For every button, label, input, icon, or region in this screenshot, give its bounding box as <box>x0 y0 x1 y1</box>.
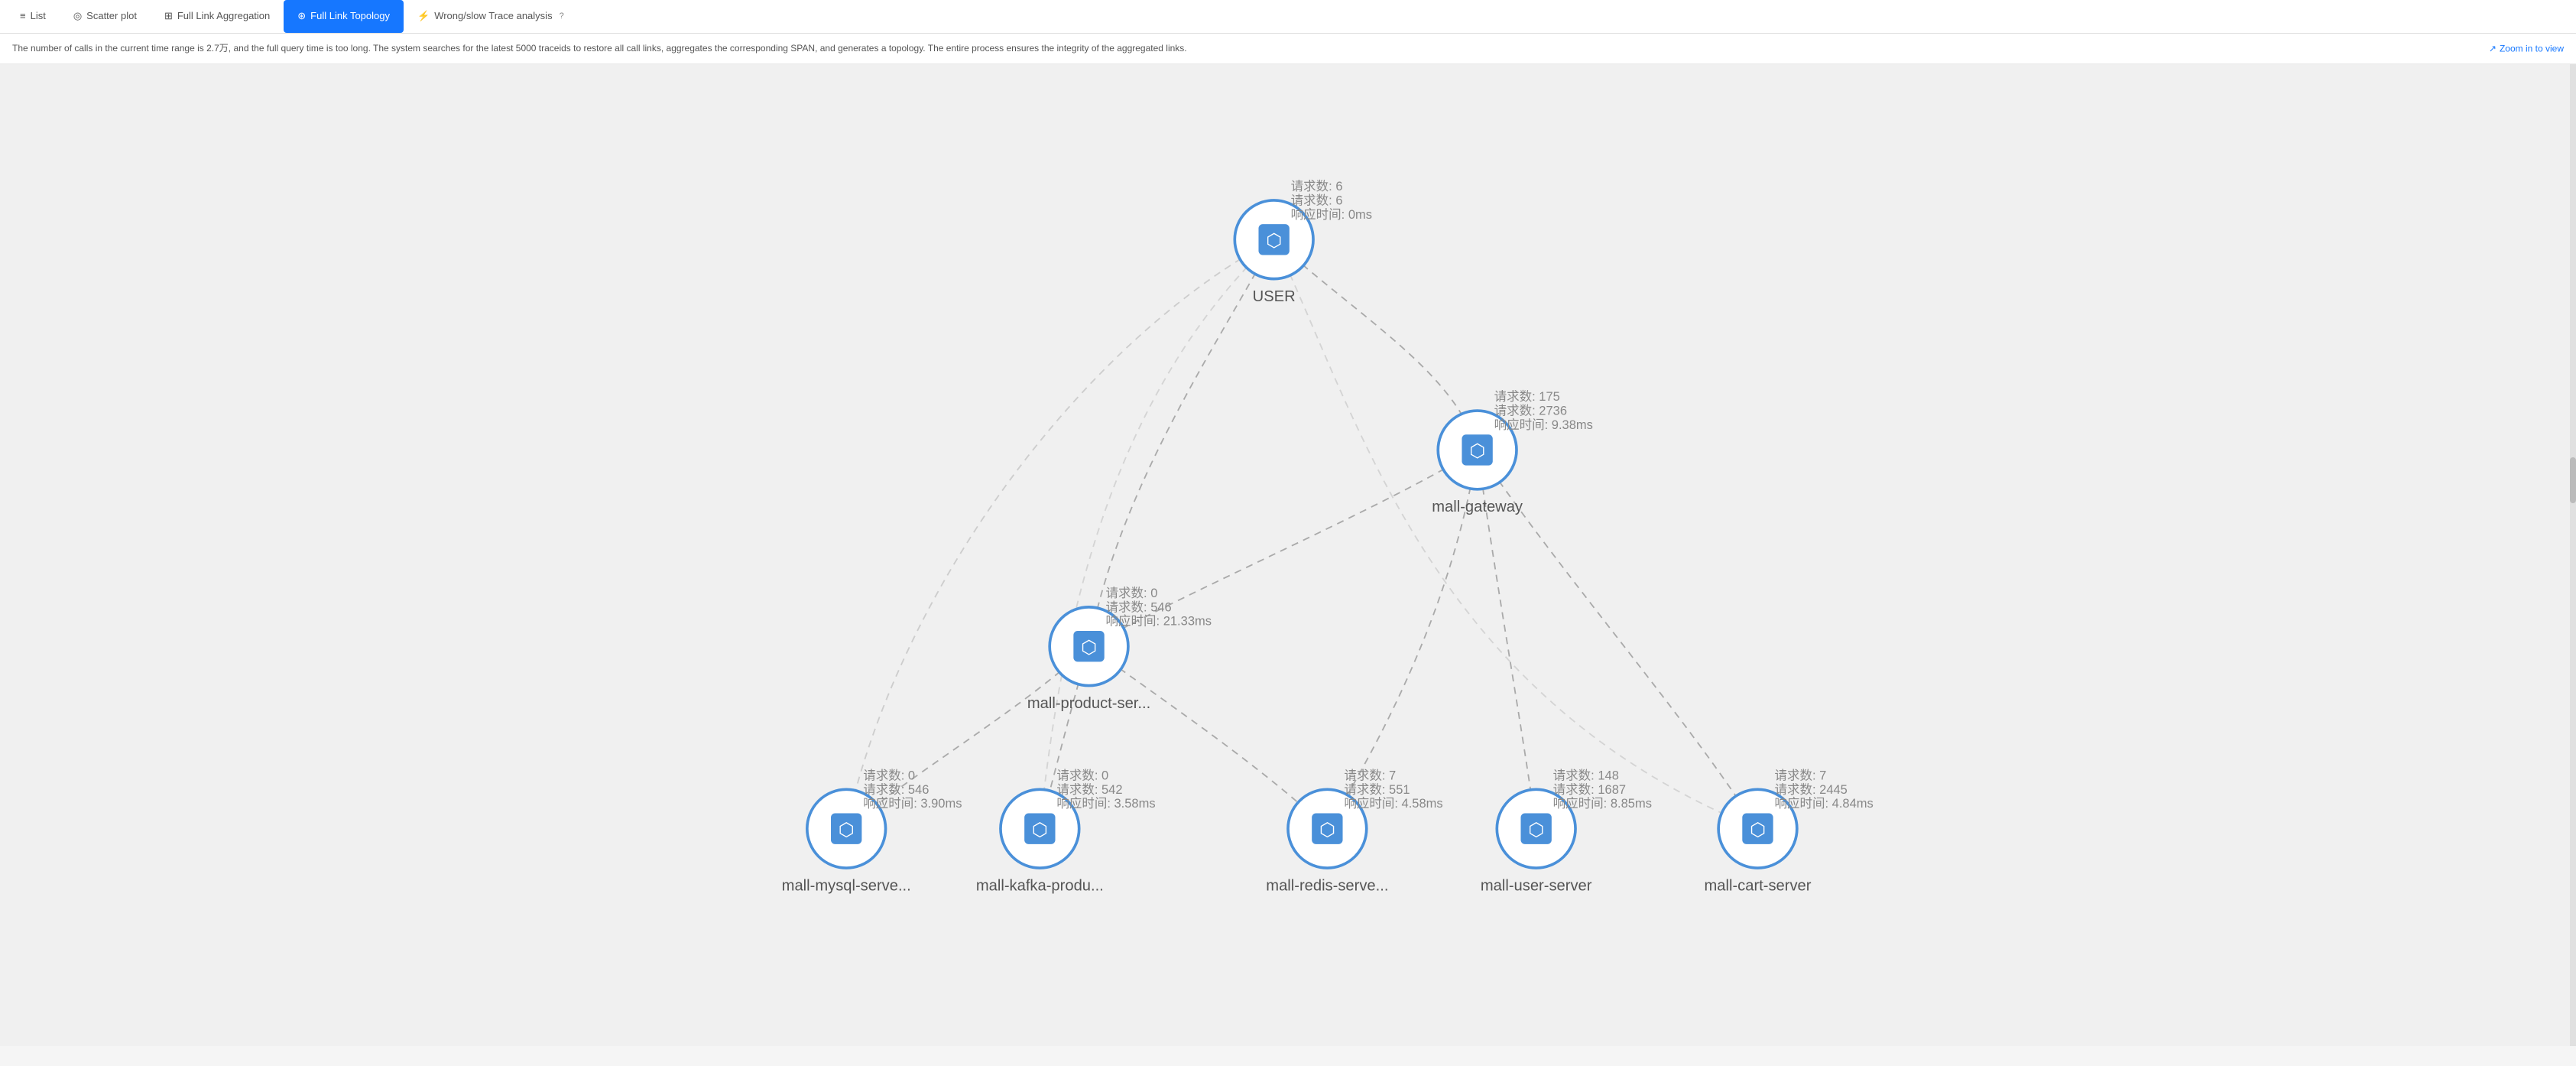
info-text: The number of calls in the current time … <box>12 43 1187 54</box>
node-mall-mysql[interactable]: ⬡ 请求数: 0 请求数: 546 响应时间: 3.90ms mall-mysq… <box>782 769 962 895</box>
node-USER[interactable]: ⬡ 请求数: 6 请求数: 6 响应时间: 0ms USER <box>1234 179 1372 305</box>
node-cart-stat1: 请求数: 7 <box>1774 769 1826 783</box>
node-mall-redis[interactable]: ⬡ 请求数: 7 请求数: 551 响应时间: 4.58ms mall-redi… <box>1266 769 1442 895</box>
node-kafka-label: mall-kafka-produ... <box>976 878 1104 895</box>
node-USER-stat3: 响应时间: 0ms <box>1291 207 1372 222</box>
aggregation-icon: ⊞ <box>164 10 173 22</box>
tab-scatter[interactable]: ◎ Scatter plot <box>60 0 151 33</box>
node-cart-icon: ⬡ <box>1750 820 1766 840</box>
node-mysql-label: mall-mysql-serve... <box>782 878 911 895</box>
topology-canvas: ⬡ 请求数: 6 请求数: 6 响应时间: 0ms USER ⬡ 请求数: 17… <box>0 64 2576 1046</box>
node-cart-stat2: 请求数: 2445 <box>1774 782 1847 797</box>
tab-topology[interactable]: ⊛ Full Link Topology <box>284 0 404 33</box>
node-gateway-stat2: 请求数: 2736 <box>1494 404 1567 418</box>
node-redis-stat2: 请求数: 551 <box>1344 782 1410 797</box>
tab-aggregation[interactable]: ⊞ Full Link Aggregation <box>151 0 284 33</box>
node-mysql-stat1: 请求数: 0 <box>863 769 915 783</box>
topology-icon: ⊛ <box>297 10 306 22</box>
node-product-icon: ⬡ <box>1081 638 1097 658</box>
node-product-stat2: 请求数: 546 <box>1106 600 1172 615</box>
node-product-stat3: 响应时间: 21.33ms <box>1106 614 1212 629</box>
edge-user-wide2 <box>1040 239 1273 828</box>
node-cart-stat3: 响应时间: 4.84ms <box>1774 796 1873 811</box>
scrollbar-thumb[interactable] <box>2570 457 2576 503</box>
zoom-in-button[interactable]: ↗ Zoom in to view <box>2489 41 2564 56</box>
node-gateway-label: mall-gateway <box>1432 499 1523 515</box>
node-USER-stat2: 请求数: 6 <box>1291 193 1343 208</box>
tab-bar: ≡ List ◎ Scatter plot ⊞ Full Link Aggreg… <box>0 0 2576 34</box>
node-product-label: mall-product-ser... <box>1027 695 1150 712</box>
edge-user-gateway <box>1274 239 1478 450</box>
trace-icon: ⚡ <box>417 10 430 22</box>
scrollbar-track <box>2570 64 2576 1046</box>
node-user-stat2: 请求数: 1687 <box>1553 782 1626 797</box>
node-mysql-stat3: 响应时间: 3.90ms <box>863 796 962 811</box>
zoom-label: Zoom in to view <box>2500 41 2564 56</box>
edge-user-wide3 <box>1274 239 1758 828</box>
node-kafka-stat3: 响应时间: 3.58ms <box>1056 796 1155 811</box>
node-product-stat1: 请求数: 0 <box>1106 586 1158 600</box>
scatter-icon: ◎ <box>73 10 82 22</box>
node-mall-kafka[interactable]: ⬡ 请求数: 0 请求数: 542 响应时间: 3.58ms mall-kafk… <box>976 769 1156 895</box>
edge-user-product <box>1089 239 1274 646</box>
topology-svg[interactable]: ⬡ 请求数: 6 请求数: 6 响应时间: 0ms USER ⬡ 请求数: 17… <box>0 64 2576 1046</box>
list-icon: ≡ <box>20 10 26 21</box>
edge-user-wide1 <box>846 239 1273 828</box>
node-redis-stat3: 响应时间: 4.58ms <box>1344 796 1442 811</box>
node-mall-product[interactable]: ⬡ 请求数: 0 请求数: 546 响应时间: 21.33ms mall-pro… <box>1027 586 1212 712</box>
node-redis-label: mall-redis-serve... <box>1266 878 1388 895</box>
node-kafka-icon: ⬡ <box>1032 820 1048 840</box>
tab-trace[interactable]: ⚡ Wrong/slow Trace analysis ? <box>404 0 578 33</box>
node-mall-gateway[interactable]: ⬡ 请求数: 175 请求数: 2736 响应时间: 9.38ms mall-g… <box>1432 389 1593 515</box>
node-mall-user[interactable]: ⬡ 请求数: 148 请求数: 1687 响应时间: 8.85ms mall-u… <box>1481 769 1652 895</box>
tab-topology-label: Full Link Topology <box>310 10 390 21</box>
node-USER-label: USER <box>1253 288 1296 305</box>
info-bar: The number of calls in the current time … <box>0 34 2576 64</box>
node-gateway-stat1: 请求数: 175 <box>1494 389 1560 404</box>
tab-list[interactable]: ≡ List <box>6 0 60 33</box>
node-kafka-stat2: 请求数: 542 <box>1056 782 1122 797</box>
node-mysql-icon: ⬡ <box>839 820 855 840</box>
node-user-stat1: 请求数: 148 <box>1553 769 1619 783</box>
node-user-label: mall-user-server <box>1481 878 1592 895</box>
tab-list-label: List <box>31 10 46 21</box>
node-user-icon: ⬡ <box>1528 820 1544 840</box>
zoom-icon: ↗ <box>2489 41 2497 56</box>
node-cart-label: mall-cart-server <box>1704 878 1811 895</box>
node-mysql-stat2: 请求数: 546 <box>863 782 929 797</box>
node-user-stat3: 响应时间: 8.85ms <box>1553 796 1652 811</box>
tab-trace-label: Wrong/slow Trace analysis <box>434 10 552 21</box>
node-gateway-stat3: 响应时间: 9.38ms <box>1494 418 1593 432</box>
tab-scatter-label: Scatter plot <box>86 10 137 21</box>
node-kafka-stat1: 请求数: 0 <box>1056 769 1108 783</box>
tab-aggregation-label: Full Link Aggregation <box>177 10 270 21</box>
node-USER-icon: ⬡ <box>1266 231 1282 252</box>
node-gateway-icon: ⬡ <box>1469 441 1485 462</box>
node-redis-icon: ⬡ <box>1319 820 1335 840</box>
help-icon: ? <box>560 11 564 21</box>
node-USER-stat1: 请求数: 6 <box>1291 179 1343 193</box>
node-redis-stat1: 请求数: 7 <box>1344 769 1396 783</box>
